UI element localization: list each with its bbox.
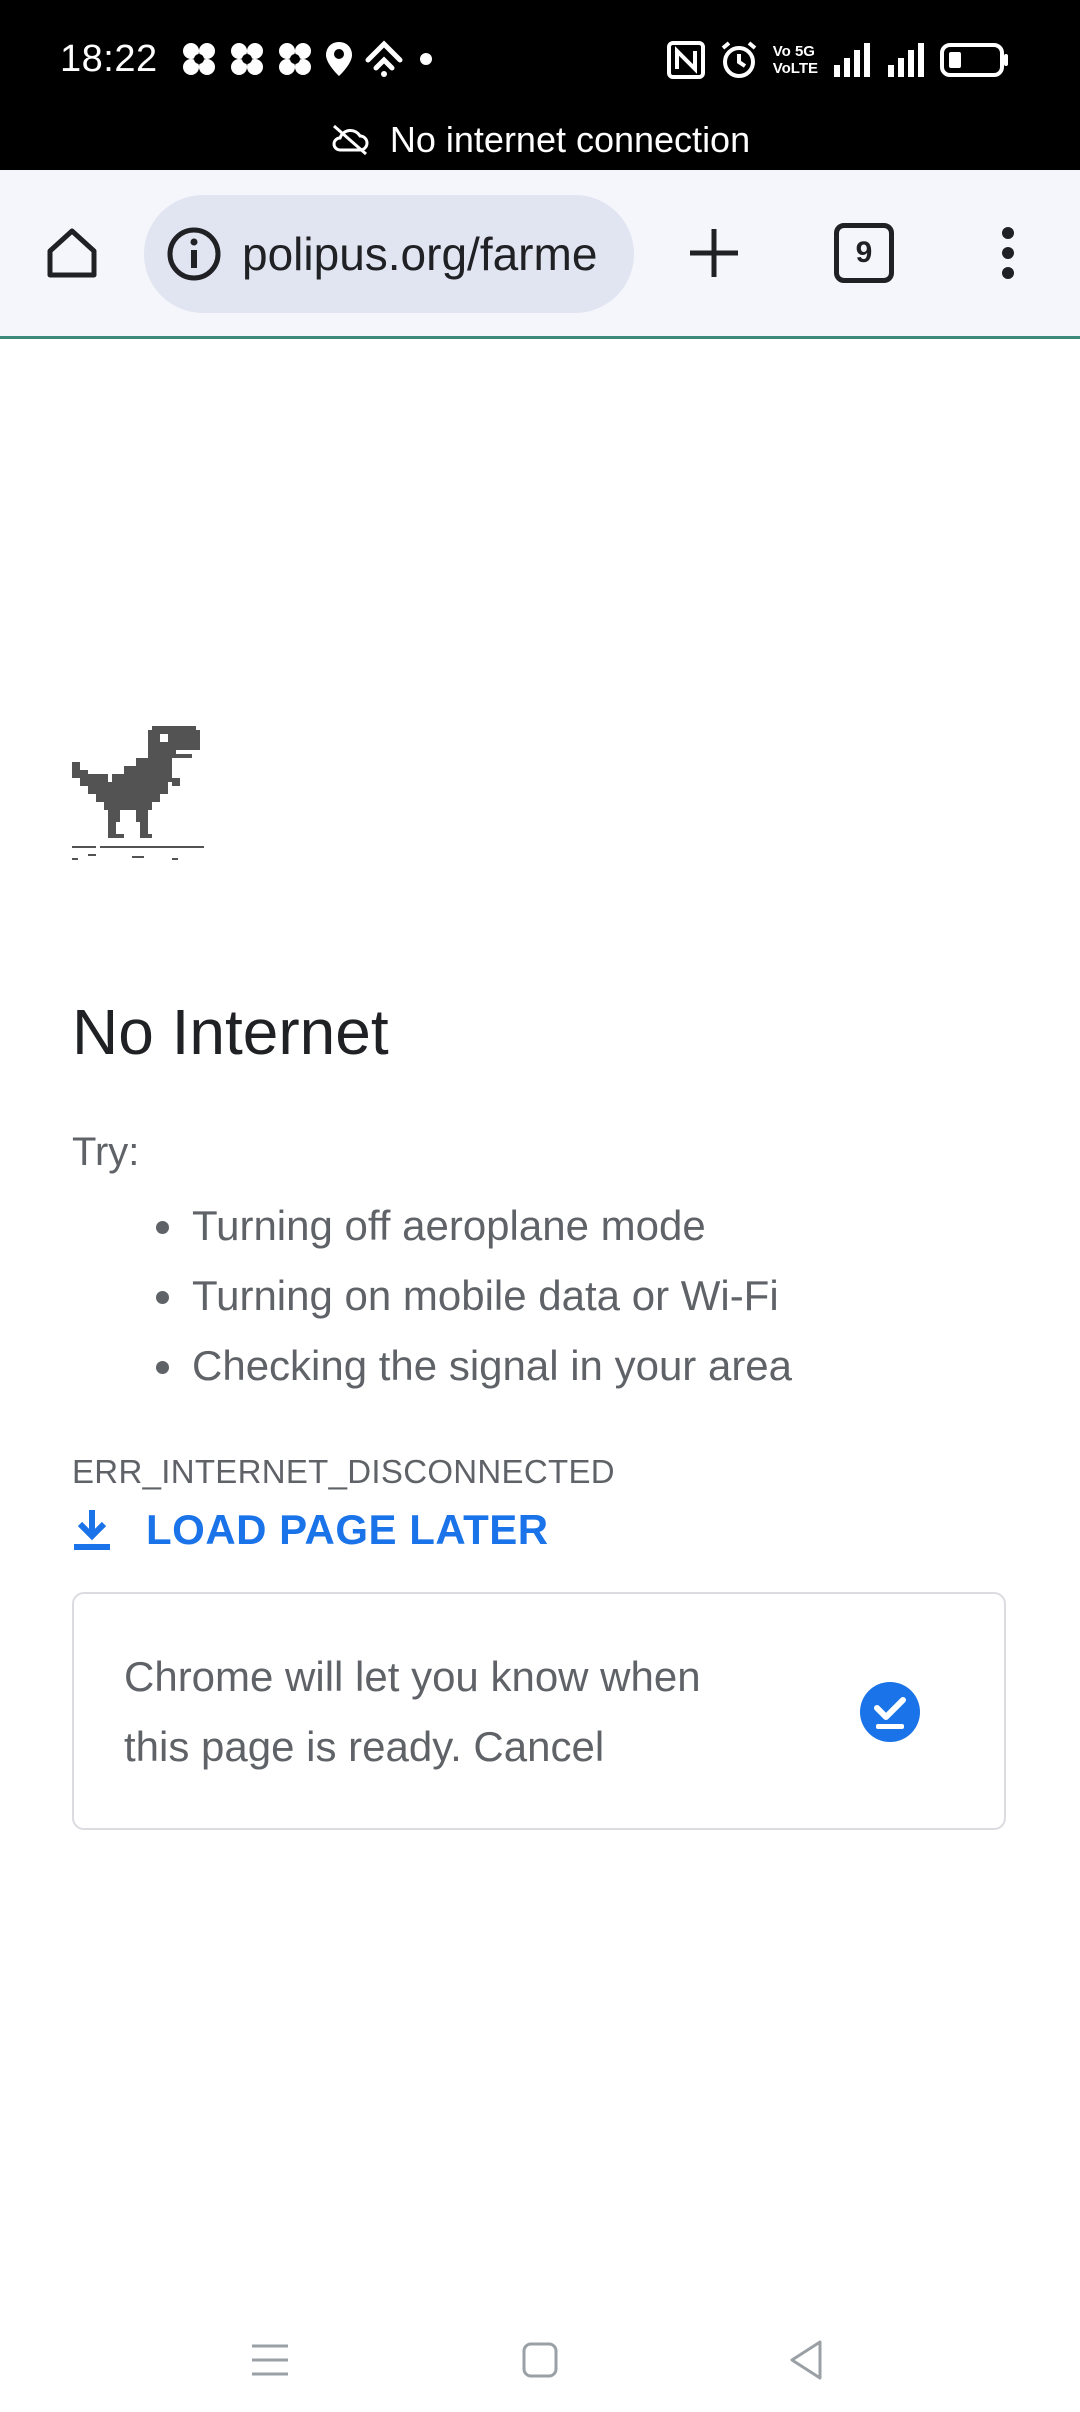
info-icon bbox=[167, 227, 221, 281]
suggestion-item: Checking the signal in your area bbox=[140, 1336, 792, 1406]
back-button[interactable] bbox=[766, 2320, 846, 2400]
notification-icon bbox=[231, 43, 263, 75]
address-bar[interactable]: polipus.org/farme bbox=[144, 195, 634, 313]
try-label: Try: bbox=[72, 1130, 140, 1174]
site-info-button[interactable] bbox=[164, 224, 224, 284]
suggestion-item: Turning on mobile data or Wi-Fi bbox=[140, 1266, 792, 1336]
home-button[interactable] bbox=[32, 213, 112, 293]
alarm-icon bbox=[721, 41, 756, 78]
system-icons: Vo 5G VoLTE bbox=[666, 40, 1010, 80]
notification-icons bbox=[180, 40, 436, 78]
notify-card: Chrome will let you know when this page … bbox=[72, 1592, 1006, 1830]
back-triangle-icon bbox=[790, 2340, 822, 2380]
page-title: No Internet bbox=[72, 996, 389, 1068]
cloud-off-icon bbox=[332, 124, 369, 156]
menu-lines-icon bbox=[252, 2344, 288, 2376]
notification-icon bbox=[183, 43, 215, 75]
plus-icon bbox=[690, 229, 738, 277]
network-label-top: Vo 5G bbox=[772, 43, 815, 60]
system-nav-bar bbox=[0, 2300, 1080, 2412]
home-icon bbox=[47, 228, 97, 278]
load-page-later-button[interactable]: LOAD PAGE LATER bbox=[72, 1506, 549, 1554]
error-code: ERR_INTERNET_DISCONNECTED bbox=[72, 1453, 615, 1490]
status-bar: 18:22 Vo 5G VoLTE No internet connection bbox=[0, 0, 1080, 170]
dino-icon[interactable] bbox=[72, 726, 204, 867]
notification-icon bbox=[279, 43, 311, 75]
offline-banner-text: No internet connection bbox=[389, 119, 751, 160]
nfc-icon bbox=[666, 41, 705, 79]
load-page-later-label: LOAD PAGE LATER bbox=[146, 1506, 549, 1553]
home-nav-button[interactable] bbox=[500, 2320, 580, 2400]
tab-switcher-button[interactable]: 9 bbox=[824, 213, 904, 293]
tab-count: 9 bbox=[834, 223, 894, 283]
status-time: 18:22 bbox=[60, 38, 158, 80]
notify-text[interactable]: Chrome will let you know when this page … bbox=[124, 1642, 764, 1782]
download-icon bbox=[74, 1510, 110, 1550]
check-circle-icon bbox=[858, 1680, 922, 1749]
url-text[interactable]: polipus.org/farme bbox=[242, 227, 597, 281]
hotspot-icon bbox=[365, 40, 403, 77]
battery-icon bbox=[940, 43, 1008, 77]
offline-banner: No internet connection bbox=[0, 115, 1080, 165]
network-label-bottom: VoLTE bbox=[772, 60, 818, 77]
volte-icon: Vo 5G VoLTE bbox=[773, 43, 818, 77]
suggestion-list: Turning off aeroplane mode Turning on mo… bbox=[140, 1196, 792, 1406]
signal-icon bbox=[888, 43, 924, 77]
more-vert-icon bbox=[1002, 227, 1014, 279]
location-icon bbox=[326, 42, 352, 76]
square-icon bbox=[522, 2342, 558, 2378]
suggestion-item: Turning off aeroplane mode bbox=[140, 1196, 792, 1266]
menu-button[interactable] bbox=[968, 213, 1048, 293]
new-tab-button[interactable] bbox=[674, 213, 754, 293]
recent-apps-button[interactable] bbox=[230, 2320, 310, 2400]
signal-icon bbox=[834, 43, 870, 77]
dot-icon bbox=[420, 53, 432, 65]
browser-toolbar: polipus.org/farme 9 bbox=[0, 170, 1080, 339]
